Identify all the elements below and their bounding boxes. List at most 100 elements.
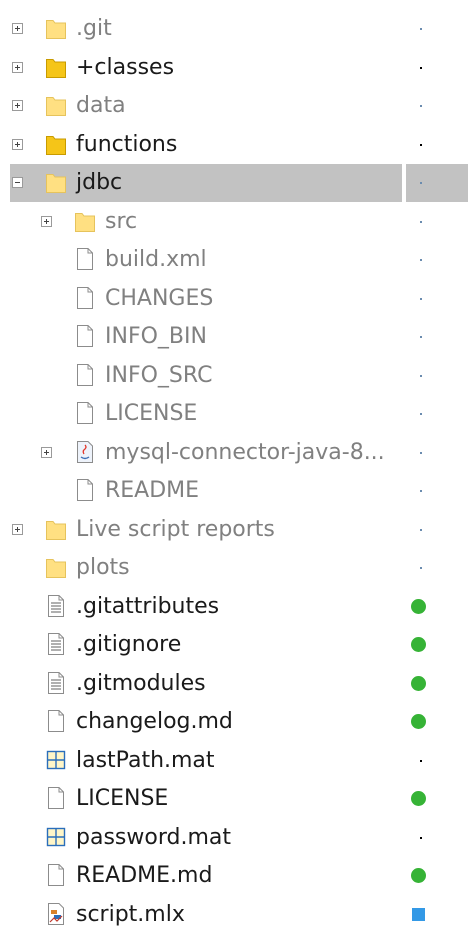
tree-item-label: LICENSE	[76, 786, 169, 811]
selection-edge	[0, 164, 10, 202]
mat-file-icon	[45, 825, 67, 853]
tree-item-label: LICENSE	[105, 401, 198, 426]
status-ignored-icon	[420, 451, 422, 454]
status-ignored-icon	[420, 336, 422, 338]
status-unmodified-icon	[420, 143, 422, 146]
tree-row[interactable]: .gitmodules	[0, 665, 468, 703]
status-modified-icon	[411, 791, 426, 806]
expand-icon[interactable]	[12, 61, 23, 73]
text-file-icon	[45, 594, 67, 622]
tree-row[interactable]: INFO_SRC	[0, 357, 468, 395]
tree-row[interactable]: src	[0, 203, 468, 241]
file-icon	[74, 478, 96, 506]
file-icon	[74, 401, 96, 429]
tree-row[interactable]: Live script reports	[0, 511, 468, 549]
text-file-icon	[45, 632, 67, 660]
tree-row[interactable]: README	[0, 472, 468, 510]
tree-row[interactable]: changelog.md	[0, 703, 468, 741]
tree-item-label: README.md	[76, 863, 213, 888]
expand-icon[interactable]	[12, 523, 23, 535]
folder-icon	[45, 55, 67, 83]
status-unmodified-icon	[420, 836, 422, 839]
status-modified-icon	[411, 598, 426, 614]
status-ignored-icon	[420, 297, 422, 300]
tree-item-label: lastPath.mat	[76, 747, 215, 773]
tree-item-label: CHANGES	[105, 285, 214, 311]
folder-icon	[45, 132, 67, 160]
tree-row[interactable]: .gitattributes	[0, 588, 468, 626]
expand-icon[interactable]	[12, 23, 23, 34]
status-unmodified-icon	[420, 759, 422, 762]
status-ignored-icon	[420, 220, 422, 223]
tree-row[interactable]: plots	[0, 549, 468, 587]
tree-item-label: functions	[76, 131, 178, 157]
status-ignored-icon	[420, 567, 422, 569]
status-ignored-icon	[420, 413, 422, 415]
tree-row[interactable]: functions	[0, 126, 468, 164]
tree-row[interactable]: LICENSE	[0, 395, 468, 433]
tree-row[interactable]: lastPath.mat	[0, 742, 468, 780]
tree-row[interactable]: .git	[0, 10, 468, 48]
file-icon	[74, 324, 96, 352]
file-icon	[74, 286, 96, 314]
tree-row[interactable]: LICENSE	[0, 780, 468, 818]
tree-item-label: .gitignore	[76, 632, 182, 657]
tree-item-label: INFO_BIN	[105, 324, 207, 349]
mat-file-icon	[45, 748, 67, 776]
status-added-icon	[412, 907, 425, 921]
status-ignored-icon	[420, 490, 422, 492]
tree-item-label: README	[105, 478, 200, 503]
collapse-icon[interactable]	[12, 177, 23, 188]
tree-row[interactable]: jdbc	[0, 164, 468, 202]
file-icon	[74, 247, 96, 275]
file-icon	[45, 863, 67, 891]
tree-item-label: jdbc	[76, 170, 123, 195]
folder-icon	[45, 517, 67, 545]
status-ignored-icon	[420, 28, 422, 30]
tree-item-label: password.mat	[76, 824, 231, 850]
status-ignored-icon	[420, 374, 422, 377]
folder-icon	[45, 170, 67, 198]
expand-icon[interactable]	[41, 215, 52, 227]
status-ignored-icon	[420, 182, 422, 184]
tree-row[interactable]: .gitignore	[0, 626, 468, 664]
live-script-icon	[45, 902, 67, 930]
tree-row[interactable]: CHANGES	[0, 280, 468, 318]
text-file-icon	[45, 671, 67, 699]
status-ignored-icon	[420, 528, 422, 531]
status-ignored-icon	[420, 259, 422, 261]
tree-item-label: changelog.md	[76, 709, 233, 734]
tree-row[interactable]: data	[0, 87, 468, 125]
tree-row[interactable]: +classes	[0, 49, 468, 87]
file-icon	[45, 709, 67, 737]
tree-item-label: .gitattributes	[76, 593, 220, 619]
tree-item-label: mysql-connector-java-8...	[105, 439, 385, 465]
tree-row[interactable]: build.xml	[0, 241, 468, 279]
tree-item-label: src	[105, 208, 138, 234]
expand-icon[interactable]	[12, 138, 23, 150]
tree-item-label: data	[76, 93, 126, 118]
java-archive-icon	[74, 440, 96, 468]
tree-item-label: build.xml	[105, 247, 207, 272]
status-modified-icon	[411, 637, 426, 652]
tree-row[interactable]: INFO_BIN	[0, 318, 468, 356]
status-modified-icon	[411, 714, 426, 729]
file-icon	[74, 363, 96, 391]
folder-icon	[45, 93, 67, 121]
tree-row[interactable]: password.mat	[0, 819, 468, 857]
tree-item-label: plots	[76, 555, 130, 580]
status-modified-icon	[411, 868, 426, 883]
tree-item-label: script.mlx	[76, 901, 185, 927]
folder-icon	[74, 209, 96, 237]
status-column-divider	[402, 164, 406, 202]
tree-row[interactable]: README.md	[0, 857, 468, 895]
tree-row[interactable]: mysql-connector-java-8...	[0, 434, 468, 472]
file-browser-tree: .git +classes data functions jdbc src build.xm…	[0, 0, 468, 927]
expand-icon[interactable]	[12, 100, 23, 111]
tree-row[interactable]: script.mlx	[0, 896, 468, 934]
status-modified-icon	[411, 675, 426, 691]
tree-item-label: +classes	[76, 54, 175, 80]
folder-icon	[45, 16, 67, 44]
status-unmodified-icon	[420, 66, 422, 69]
expand-icon[interactable]	[41, 446, 52, 458]
